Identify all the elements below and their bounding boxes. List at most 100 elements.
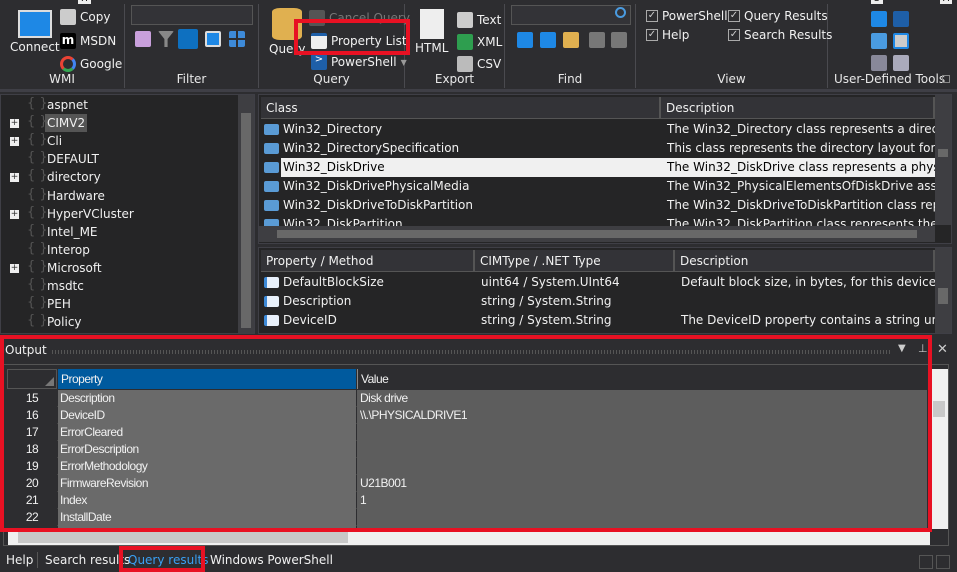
property-cell[interactable]: DeviceID bbox=[58, 407, 356, 424]
property-cell[interactable]: ErrorMethodology bbox=[58, 458, 356, 475]
grid-row[interactable]: 21 Index 1 bbox=[7, 492, 927, 509]
connect-button[interactable]: Connect bbox=[10, 10, 60, 54]
tree-item[interactable]: Cli bbox=[47, 132, 62, 150]
query-button[interactable]: Query bbox=[269, 8, 305, 56]
value-cell[interactable] bbox=[357, 509, 927, 526]
msdn-button[interactable]: m MSDN bbox=[60, 33, 116, 49]
dialog-launcher-icon[interactable] bbox=[942, 75, 950, 83]
google-button[interactable]: Google bbox=[60, 56, 122, 72]
property-cell[interactable]: ErrorCleared bbox=[58, 424, 356, 441]
search-icon[interactable] bbox=[615, 7, 626, 18]
tree-item[interactable]: Interop bbox=[47, 241, 90, 259]
vertical-scrollbar[interactable] bbox=[935, 248, 951, 333]
tree-item[interactable]: Microsoft bbox=[47, 259, 102, 277]
value-cell[interactable] bbox=[357, 424, 927, 441]
tool-monitor-icon[interactable] bbox=[893, 33, 909, 49]
pin-icon[interactable]: ⊥ bbox=[918, 342, 928, 355]
property-cell[interactable]: ErrorDescription bbox=[58, 441, 356, 458]
expand-icon[interactable]: + bbox=[10, 173, 19, 183]
tool-grid-icon[interactable] bbox=[871, 11, 887, 27]
tab-windows-powershell[interactable]: Windows PowerShell bbox=[210, 550, 333, 570]
grid-row[interactable]: 15 Description Disk drive bbox=[7, 390, 927, 407]
property-cell[interactable]: Index bbox=[58, 492, 356, 509]
find-database-icon[interactable] bbox=[563, 32, 579, 48]
tree-item[interactable]: Intel_ME bbox=[47, 223, 98, 241]
value-cell[interactable]: 1 bbox=[357, 492, 927, 509]
dropdown-icon[interactable]: ▼ bbox=[898, 343, 906, 354]
class-row[interactable]: Win32_DiskDrive The Win32_DiskDrive class… bbox=[259, 158, 935, 177]
view-search-results-checkbox[interactable]: ✓ Search Results bbox=[728, 28, 832, 42]
settings-filter-icon[interactable] bbox=[178, 29, 198, 49]
tab-search-results[interactable]: Search results bbox=[45, 550, 130, 570]
column-header-value[interactable]: Value bbox=[357, 369, 927, 389]
grid-row[interactable]: 17 ErrorCleared bbox=[7, 424, 927, 441]
export-xml-button[interactable]: XML bbox=[457, 34, 502, 50]
class-row[interactable]: Win32_DiskDriveToDiskPartition The Win32_… bbox=[259, 196, 935, 215]
expand-icon[interactable]: + bbox=[10, 209, 19, 219]
filter-input[interactable] bbox=[131, 5, 253, 25]
value-cell[interactable] bbox=[357, 441, 927, 458]
tree-item[interactable]: Policy bbox=[47, 313, 82, 331]
select-all-corner[interactable] bbox=[7, 369, 57, 389]
close-icon[interactable]: ✕ bbox=[937, 342, 948, 357]
find-next-icon[interactable] bbox=[540, 32, 556, 48]
class-row[interactable]: Win32_DirectorySpecification This class r… bbox=[259, 139, 935, 158]
scroll-tabs-left-icon[interactable] bbox=[919, 555, 933, 569]
vertical-scrollbar[interactable] bbox=[930, 369, 948, 529]
grid-row[interactable]: 19 ErrorMethodology bbox=[7, 458, 927, 475]
expand-icon[interactable]: + bbox=[10, 263, 19, 273]
find-right-icon[interactable] bbox=[611, 32, 627, 48]
tree-item[interactable]: msdtc bbox=[47, 277, 84, 295]
export-text-button[interactable]: Text bbox=[457, 12, 501, 28]
property-cell[interactable]: Description bbox=[58, 390, 356, 407]
view-help-checkbox[interactable]: ✓ Help bbox=[646, 28, 689, 42]
vertical-scrollbar[interactable] bbox=[935, 95, 951, 225]
column-header-description[interactable]: Description bbox=[661, 97, 935, 119]
value-cell[interactable] bbox=[357, 458, 927, 475]
grid-row[interactable]: 18 ErrorDescription bbox=[7, 441, 927, 458]
value-cell[interactable]: Disk drive bbox=[357, 390, 927, 407]
class-row[interactable]: Win32_Directory The Win32_Directory class… bbox=[259, 120, 935, 139]
property-cell[interactable]: FirmwareRevision bbox=[58, 475, 356, 492]
copy-button[interactable]: Copy bbox=[60, 9, 110, 25]
tree-item[interactable]: DEFAULT bbox=[47, 150, 99, 168]
column-header-cimtype[interactable]: CIMType / .NET Type bbox=[475, 250, 675, 272]
tree-item[interactable]: HyperVCluster bbox=[47, 205, 134, 223]
value-cell[interactable]: \\.\PHYSICALDRIVE1 bbox=[357, 407, 927, 424]
column-header-property[interactable]: Property bbox=[58, 369, 356, 389]
view-powershell-checkbox[interactable]: ✓ PowerShell bbox=[646, 9, 728, 23]
value-cell[interactable]: U21B001 bbox=[357, 475, 927, 492]
tree-item[interactable]: directory bbox=[47, 168, 101, 186]
scroll-tabs-right-icon[interactable] bbox=[936, 555, 950, 569]
tree-item[interactable]: CIMV2 bbox=[45, 114, 88, 133]
grid-row[interactable]: 20 FirmwareRevision U21B001 bbox=[7, 475, 927, 492]
tool-log-icon[interactable] bbox=[893, 55, 909, 71]
horizontal-scrollbar[interactable] bbox=[8, 529, 930, 545]
expand-icon[interactable]: + bbox=[10, 119, 19, 129]
property-row[interactable]: DeviceID string / System.String The Device… bbox=[259, 311, 935, 330]
class-row[interactable]: Win32_DiskDrivePhysicalMedia The Win32_Ph… bbox=[259, 177, 935, 196]
tree-item[interactable]: aspnet bbox=[47, 96, 88, 114]
export-csv-button[interactable]: CSV bbox=[457, 56, 501, 72]
column-header-class[interactable]: Class bbox=[261, 97, 661, 119]
tree-item[interactable]: PEH bbox=[47, 295, 71, 313]
tool-computer-icon[interactable] bbox=[871, 33, 887, 49]
tab-query-results[interactable]: Query results bbox=[128, 550, 208, 570]
filter-tag-icon[interactable] bbox=[135, 31, 151, 47]
grid-row[interactable]: 22 InstallDate bbox=[7, 509, 927, 526]
property-row[interactable]: DefaultBlockSize uint64 / System.UInt64 De… bbox=[259, 273, 935, 292]
horizontal-scrollbar[interactable] bbox=[259, 226, 935, 242]
column-header-description[interactable]: Description bbox=[675, 250, 935, 272]
powershell-button[interactable]: > PowerShell ▼ bbox=[311, 54, 407, 70]
view-query-results-checkbox[interactable]: ✓ Query Results bbox=[728, 9, 828, 23]
cancel-query-button[interactable]: Cancel Query bbox=[309, 10, 410, 26]
tool-powershell-icon[interactable] bbox=[893, 11, 909, 27]
grid-icon[interactable] bbox=[229, 31, 245, 47]
expand-icon[interactable]: + bbox=[10, 137, 19, 147]
tree-item[interactable]: Hardware bbox=[47, 187, 105, 205]
find-previous-icon[interactable] bbox=[517, 32, 533, 48]
grid-row[interactable]: 16 DeviceID \\.\PHYSICALDRIVE1 bbox=[7, 407, 927, 424]
tab-help[interactable]: Help bbox=[6, 550, 33, 570]
funnel-icon[interactable] bbox=[158, 31, 174, 47]
property-row[interactable]: Description string / System.String bbox=[259, 292, 935, 311]
